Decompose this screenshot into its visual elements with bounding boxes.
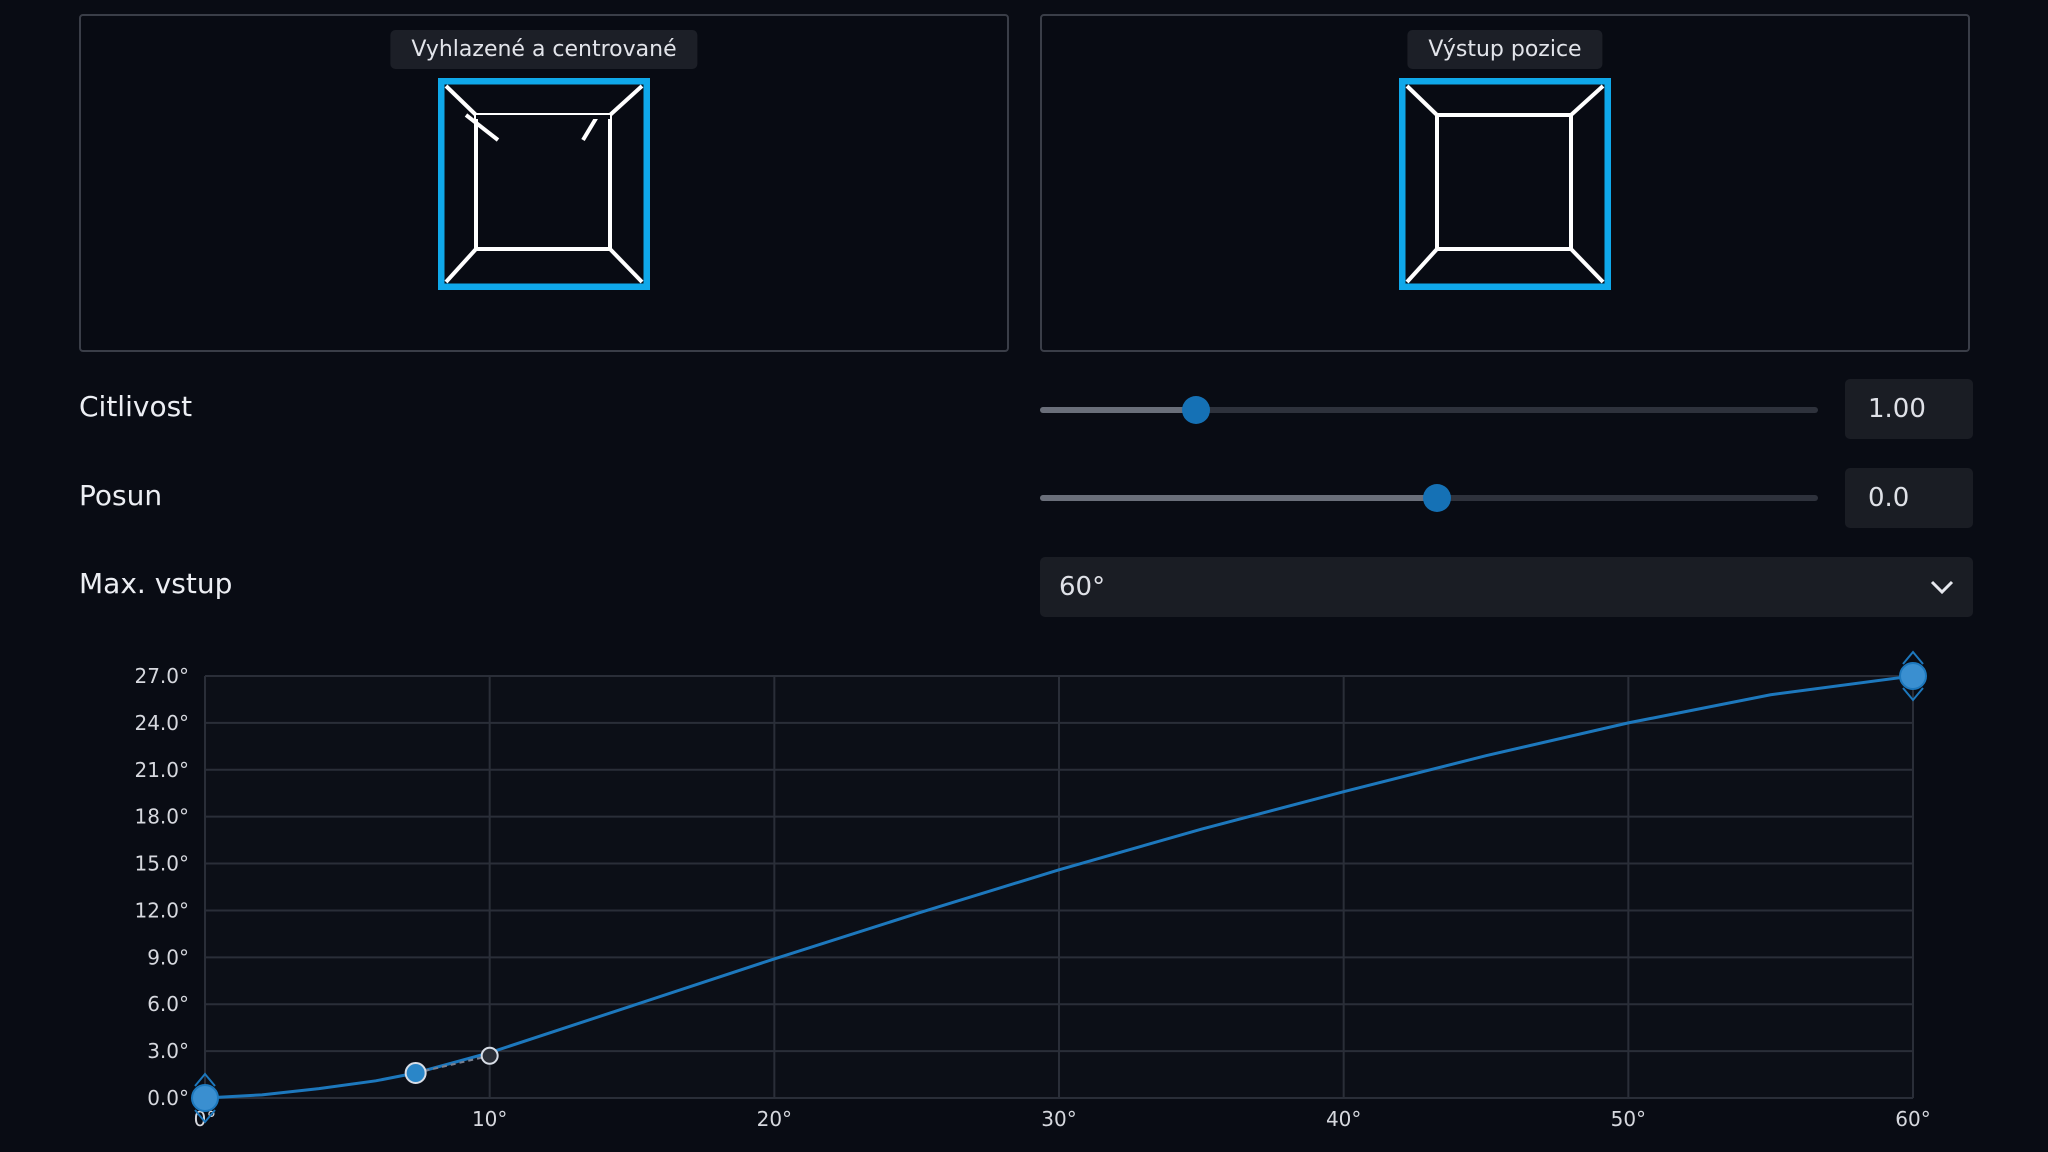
sensitivity-label: Citlivost — [79, 390, 193, 423]
sensitivity-slider-fill — [1040, 407, 1196, 413]
x-tick-label: 40° — [1326, 1107, 1361, 1131]
sensitivity-value-field[interactable]: 1.00 — [1845, 379, 1973, 439]
y-tick-label: 27.0° — [134, 664, 189, 688]
smoothed-centered-preview: Vyhlazené a centrované — [79, 14, 1009, 352]
position-output-title: Výstup pozice — [1407, 30, 1603, 69]
position-output-preview: Výstup pozice — [1040, 14, 1970, 352]
offset-slider-fill — [1040, 495, 1437, 501]
y-tick-label: 24.0° — [134, 711, 189, 735]
smoothed-centered-title: Vyhlazené a centrované — [390, 30, 698, 69]
head-pose-preview-right — [1399, 78, 1611, 290]
y-tick-label: 21.0° — [134, 758, 189, 782]
curve-control-point[interactable] — [404, 1061, 427, 1084]
y-tick-label: 6.0° — [147, 992, 189, 1016]
x-tick-label: 10° — [472, 1107, 507, 1131]
y-tick-label: 0.0° — [147, 1086, 189, 1110]
y-tick-label: 12.0° — [134, 898, 189, 922]
offset-value-field[interactable]: 0.0 — [1845, 468, 1973, 528]
offset-label: Posun — [79, 479, 163, 512]
max-input-dropdown[interactable]: 60° — [1040, 557, 1973, 617]
chevron-down-icon — [1930, 580, 1954, 595]
curve-endpoint[interactable] — [191, 1084, 219, 1112]
curve-handle[interactable] — [480, 1046, 499, 1065]
offset-slider-thumb[interactable] — [1422, 484, 1451, 512]
y-tick-label: 15.0° — [134, 852, 189, 876]
x-tick-label: 20° — [757, 1107, 792, 1131]
x-tick-label: 60° — [1895, 1107, 1930, 1131]
x-tick-label: 50° — [1611, 1107, 1646, 1131]
sensitivity-slider[interactable] — [1040, 396, 1818, 424]
max-input-selected-value: 60° — [1059, 572, 1106, 602]
y-tick-label: 3.0° — [147, 1039, 189, 1063]
x-tick-label: 30° — [1041, 1107, 1076, 1131]
curve-endpoint[interactable] — [1899, 662, 1927, 690]
sensitivity-slider-thumb[interactable] — [1181, 396, 1210, 424]
y-tick-label: 18.0° — [134, 805, 189, 829]
response-curve-chart[interactable]: 0° 10° 20° 30° 40° 50° 60°0.0°3.0°6.0°9.0°12.0… — [0, 640, 2048, 1152]
offset-slider[interactable] — [1040, 484, 1818, 512]
y-tick-label: 9.0° — [147, 945, 189, 969]
max-input-label: Max. vstup — [79, 567, 233, 600]
head-pose-preview-left — [438, 78, 650, 290]
